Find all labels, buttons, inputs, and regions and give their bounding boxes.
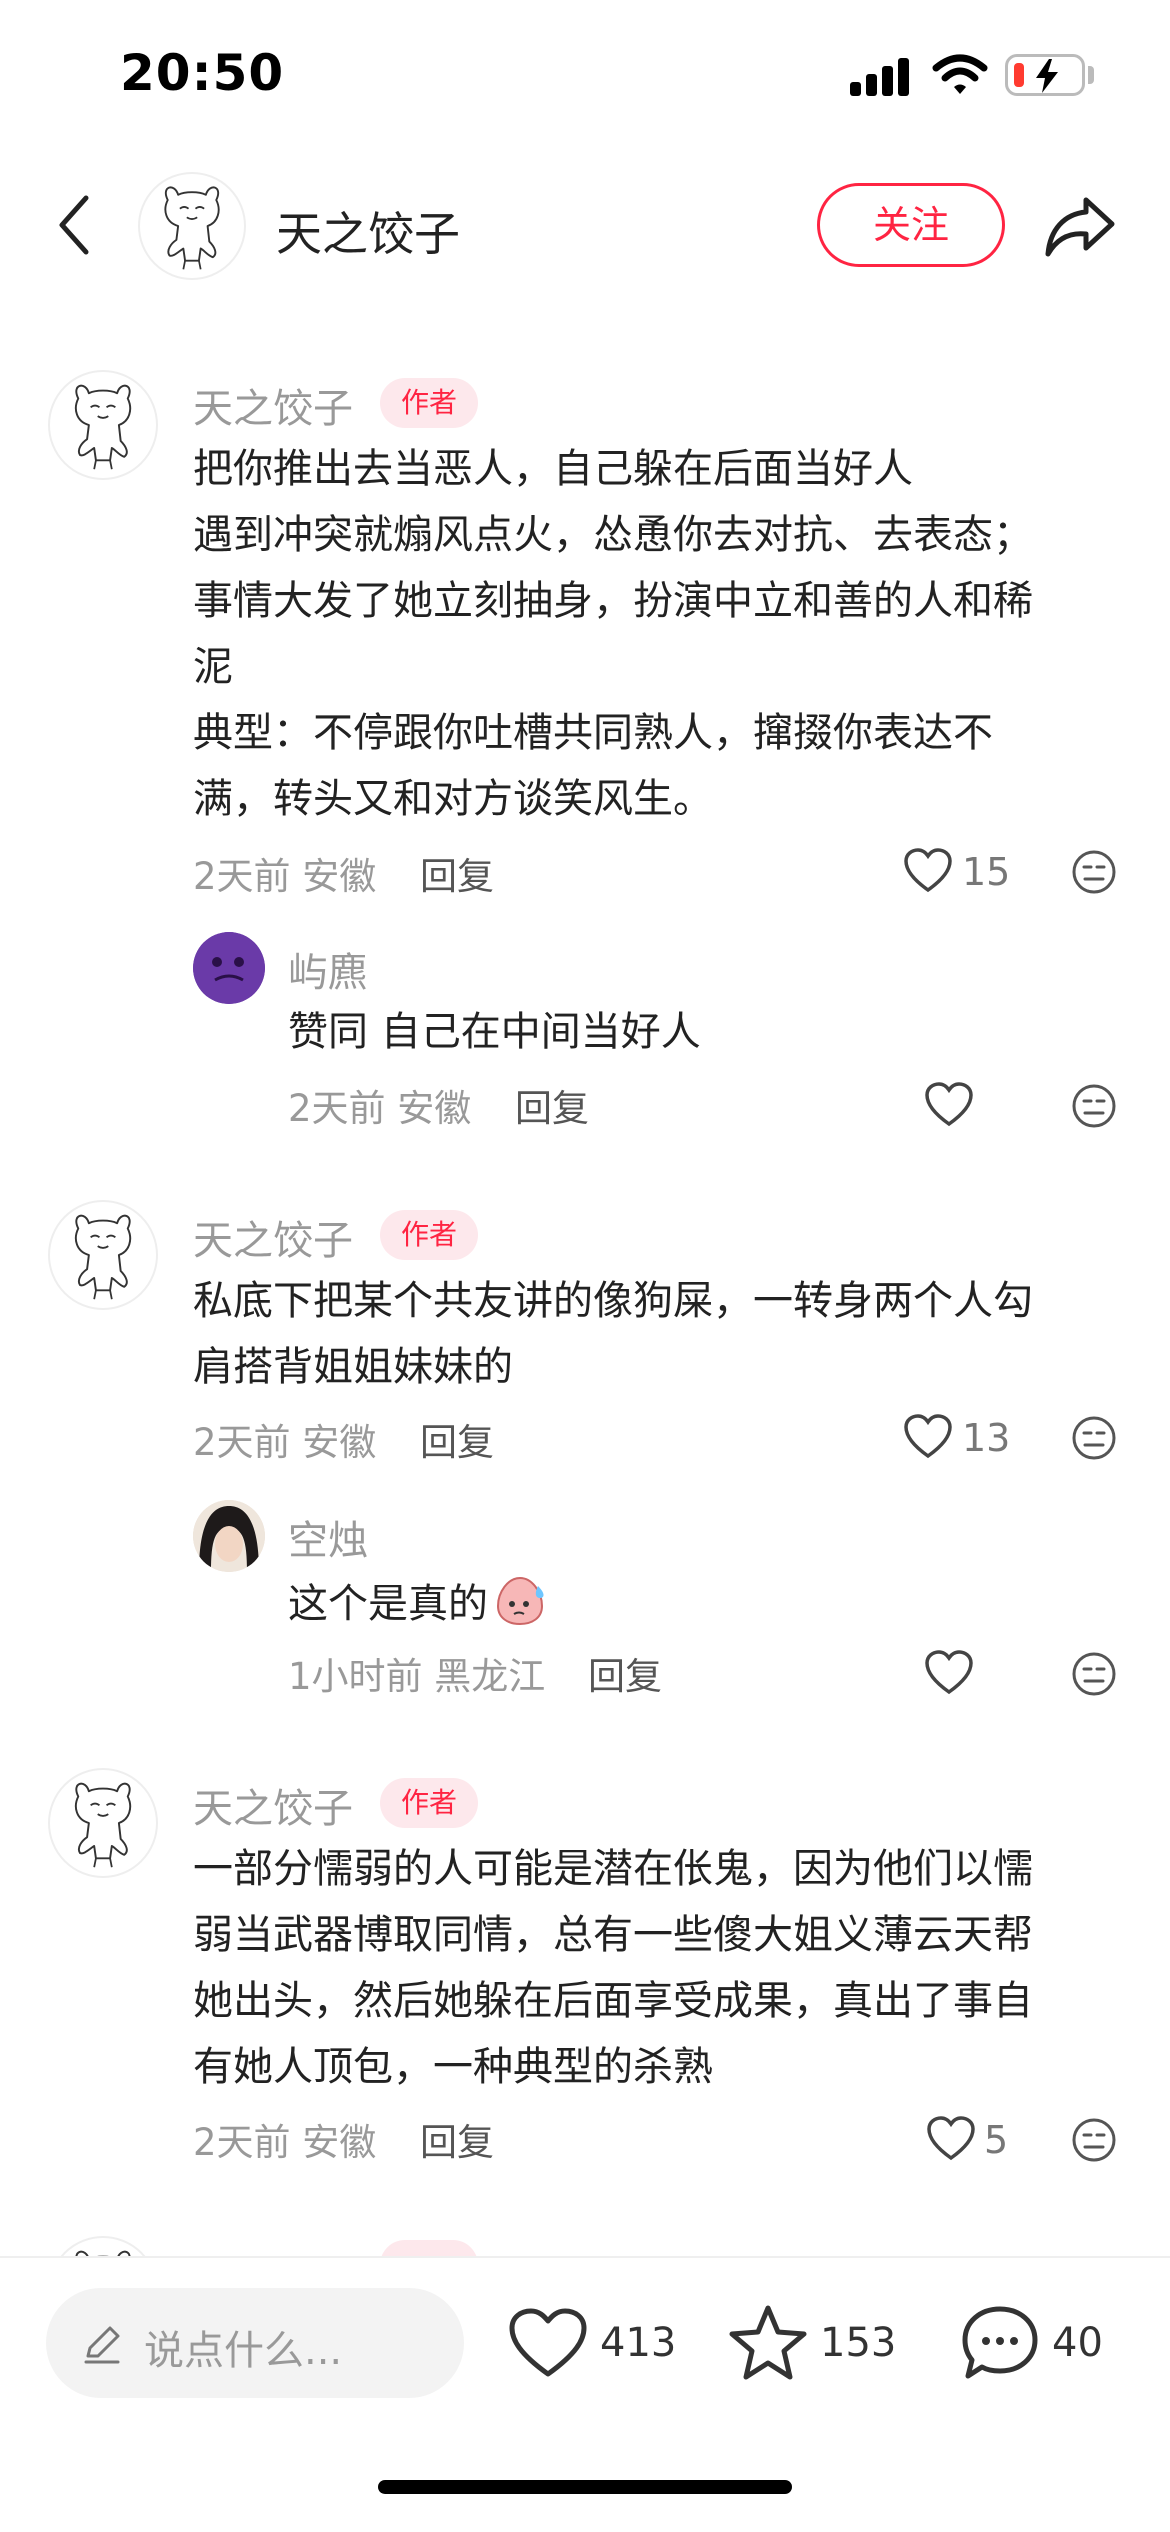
sweat-face-icon xyxy=(496,1576,544,1626)
reply-author[interactable]: 空烛 xyxy=(288,1508,368,1566)
reply-button[interactable]: 回复 xyxy=(420,2112,494,2166)
reply-button[interactable]: 回复 xyxy=(588,1646,662,1700)
battery-icon xyxy=(1005,54,1085,96)
comment-text[interactable]: 私底下把某个共友讲的像狗屎，一转身两个人勾 肩搭背姐姐妹妹的 xyxy=(193,1268,1093,1400)
heart-icon[interactable] xyxy=(903,848,953,894)
reply-text[interactable]: 赞同 自己在中间当好人 xyxy=(288,999,1088,1065)
wifi-icon xyxy=(932,54,988,94)
comment-text[interactable]: 把你推出去当恶人，自己躲在后面当好人 遇到冲突就煽风点火，怂恿你去对抗、去表态；… xyxy=(193,436,1093,832)
cellular-signal-icon xyxy=(850,58,912,96)
star-icon[interactable] xyxy=(728,2304,808,2382)
reply-author[interactable]: 屿麃 xyxy=(288,940,368,998)
dislike-icon[interactable] xyxy=(1070,848,1118,896)
home-indicator xyxy=(378,2480,792,2494)
author-name[interactable]: 天之饺子 xyxy=(276,198,460,264)
like-count: 413 xyxy=(600,2320,677,2366)
bottom-action-bar: 说点什么... 413 153 40 xyxy=(0,2256,1170,2532)
avatar[interactable] xyxy=(193,1500,265,1572)
heart-icon[interactable] xyxy=(903,1414,953,1460)
comment-icon[interactable] xyxy=(960,2304,1040,2382)
reply-text-row: 这个是真的 xyxy=(288,1567,548,1633)
reply-meta: 2天前 安徽 xyxy=(288,1087,472,1130)
like-count: 5 xyxy=(984,2118,1009,2162)
post-header: 天之饺子 关注 xyxy=(0,160,1170,290)
comment-author[interactable]: 天之饺子 xyxy=(193,1776,353,1834)
reply-button[interactable]: 回复 xyxy=(420,846,494,900)
status-bar: 20:50 xyxy=(0,0,1170,150)
reply-text[interactable]: 这个是真的 xyxy=(288,1571,488,1629)
comment-meta: 2天前 安徽 xyxy=(193,1421,377,1464)
heart-icon[interactable] xyxy=(924,1082,974,1128)
comment-input[interactable]: 说点什么... xyxy=(46,2288,464,2398)
dislike-icon[interactable] xyxy=(1070,1650,1118,1698)
like-count: 13 xyxy=(962,1416,1011,1460)
reply-button[interactable]: 回复 xyxy=(420,1412,494,1466)
dislike-icon[interactable] xyxy=(1070,2116,1118,2164)
input-placeholder: 说点什么... xyxy=(144,2328,343,2374)
follow-button[interactable]: 关注 xyxy=(817,183,1005,267)
reply-button[interactable]: 回复 xyxy=(515,1078,589,1132)
avatar[interactable] xyxy=(48,1768,158,1878)
back-icon[interactable] xyxy=(50,190,100,260)
avatar[interactable] xyxy=(48,370,158,480)
pen-icon xyxy=(84,2326,120,2364)
heart-icon[interactable] xyxy=(508,2308,588,2380)
heart-icon[interactable] xyxy=(924,1650,974,1696)
reply-meta: 1小时前 黑龙江 xyxy=(288,1655,546,1698)
like-count: 15 xyxy=(962,850,1011,894)
avatar[interactable] xyxy=(48,1200,158,1310)
share-icon[interactable] xyxy=(1042,190,1118,260)
heart-icon[interactable] xyxy=(926,2116,976,2162)
author-tag: 作者 xyxy=(380,1778,478,1828)
avatar[interactable] xyxy=(193,932,265,1004)
star-count: 153 xyxy=(820,2320,897,2366)
author-tag: 作者 xyxy=(380,1210,478,1260)
comment-author[interactable]: 天之饺子 xyxy=(193,376,353,434)
dislike-icon[interactable] xyxy=(1070,1082,1118,1130)
author-avatar[interactable] xyxy=(138,172,246,280)
comment-meta: 2天前 安徽 xyxy=(193,855,377,898)
dislike-icon[interactable] xyxy=(1070,1414,1118,1462)
comment-count: 40 xyxy=(1052,2320,1103,2366)
comment-text[interactable]: 一部分懦弱的人可能是潜在伥鬼，因为他们以懦 弱当武器博取同情，总有一些傻大姐义薄… xyxy=(193,1836,1093,2100)
comment-author[interactable]: 天之饺子 xyxy=(193,1208,353,1266)
comment-meta: 2天前 安徽 xyxy=(193,2121,377,2164)
author-tag: 作者 xyxy=(380,378,478,428)
status-time: 20:50 xyxy=(120,44,285,102)
